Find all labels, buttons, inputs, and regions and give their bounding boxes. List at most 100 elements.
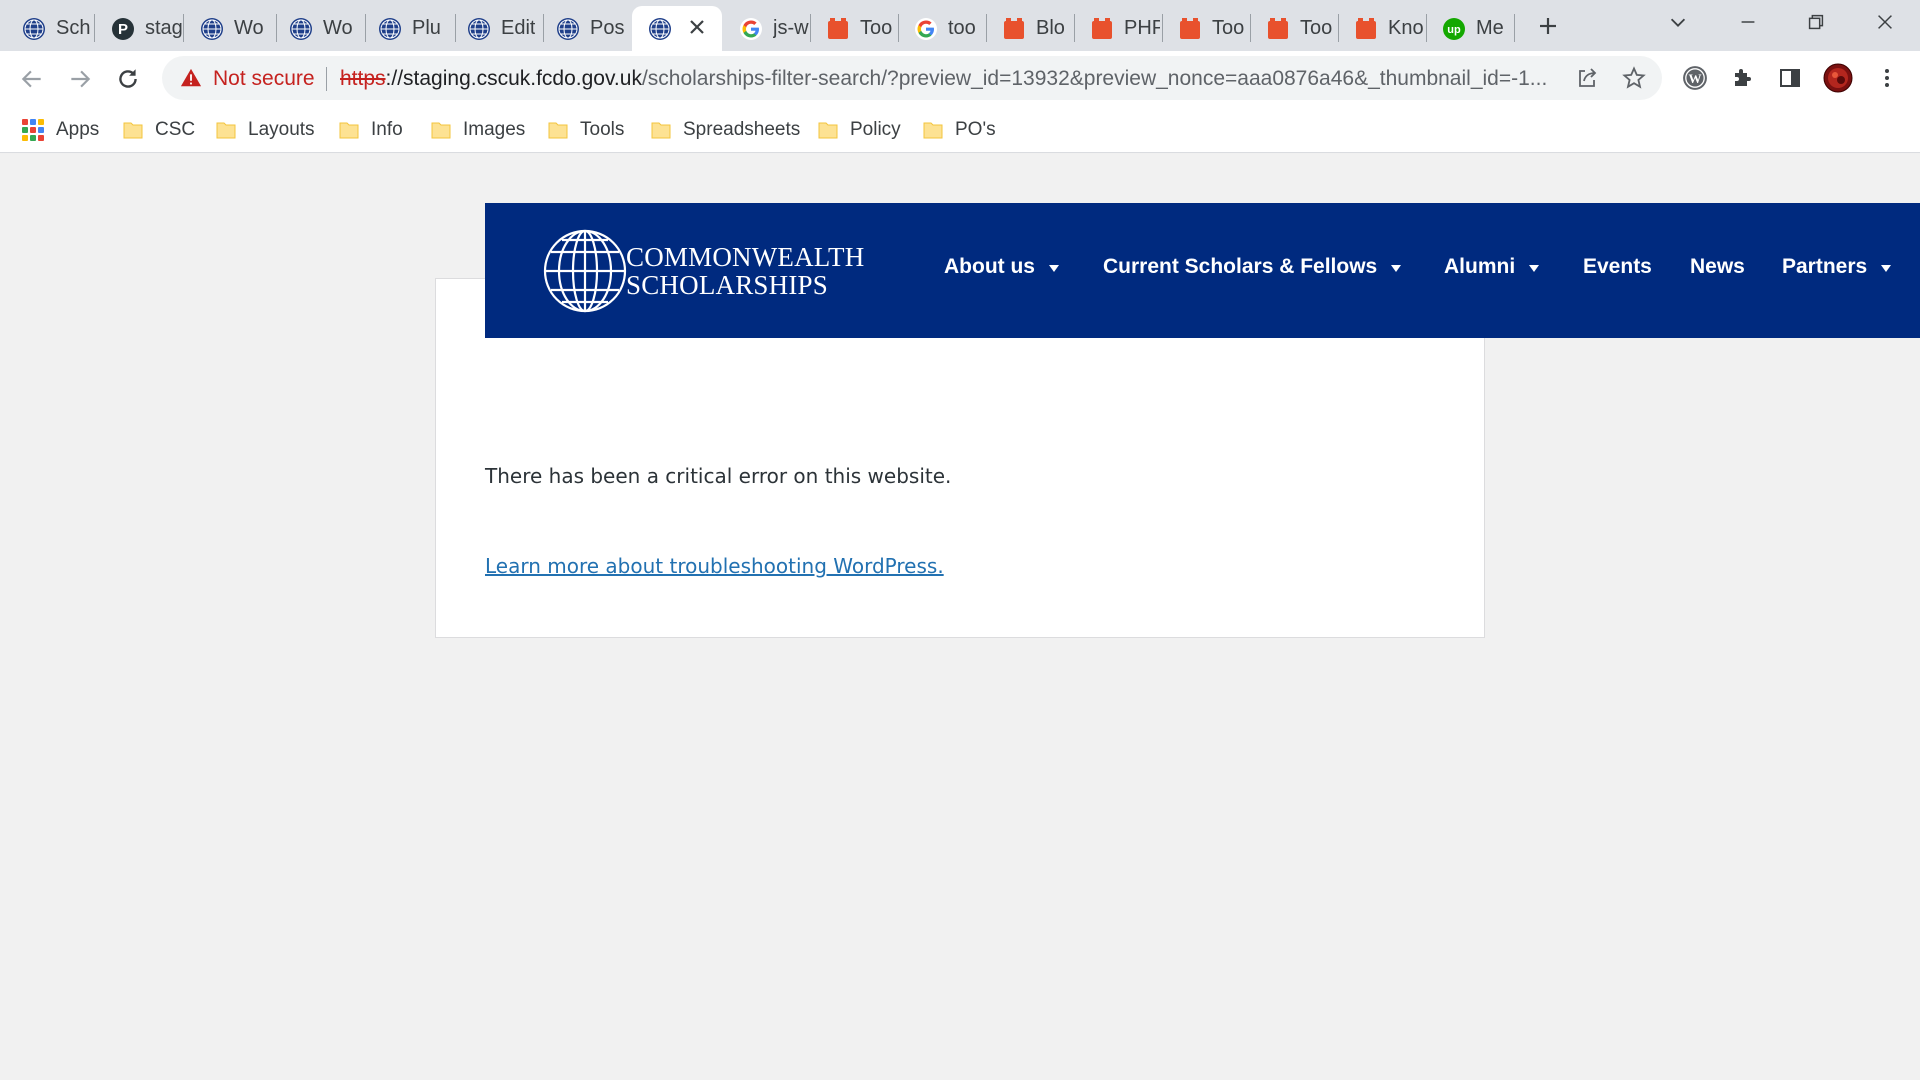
globe-icon (200, 17, 224, 41)
tab-search-button[interactable] (1650, 0, 1706, 44)
bookmark-folder[interactable]: PO's (923, 115, 996, 145)
address-bar[interactable]: Not secure https://staging.cscuk.fcdo.go… (162, 56, 1662, 100)
url-text[interactable]: https://staging.cscuk.fcdo.gov.uk/schola… (340, 67, 1547, 91)
tab-title: Too (1212, 17, 1245, 39)
logo-line-1: COMMONWEALTH (626, 242, 865, 272)
side-panel-button[interactable] (1775, 63, 1805, 93)
bookmarks-bar: Apps CSC Layouts Info Images Tools Sprea… (0, 106, 1920, 153)
avatar-icon (1823, 63, 1853, 93)
bookmark-label: CSC (155, 119, 196, 140)
browser-tab[interactable]: up Me (1426, 6, 1512, 51)
bookmark-folder[interactable]: Tools (548, 115, 624, 145)
warning-triangle-icon[interactable] (180, 67, 202, 89)
bookmark-apps[interactable]: Apps (22, 115, 99, 145)
bookmark-label: Policy (850, 119, 901, 140)
browser-tab[interactable]: js-w (723, 6, 809, 51)
browser-tab[interactable]: Wo (273, 6, 361, 51)
bookmark-label: Apps (56, 119, 100, 140)
bookmark-folder[interactable]: Spreadsheets (651, 115, 800, 145)
tab-title: PHP (1124, 17, 1160, 39)
star-icon[interactable] (1622, 66, 1646, 90)
folder-icon (923, 122, 943, 139)
url-path: /scholarships-filter-search/?preview_id=… (641, 67, 1548, 90)
new-tab-button[interactable] (1522, 4, 1574, 48)
browser-tab-active[interactable] (632, 6, 722, 51)
browser-menu-button[interactable] (1872, 63, 1902, 93)
restore-button[interactable] (1788, 0, 1844, 44)
apps-grid-icon (22, 119, 44, 141)
orange-block-icon (1266, 17, 1290, 41)
browser-tab[interactable]: Too (1250, 6, 1336, 51)
error-message: There has been a critical error on this … (485, 464, 952, 488)
arrow-right-icon (71, 70, 91, 88)
site-logo[interactable]: COMMONWEALTH SCHOLARSHIPS (542, 228, 864, 314)
nav-current-scholars[interactable]: Current Scholars & Fellows (1103, 255, 1402, 279)
folder-icon (818, 122, 838, 139)
browser-toolbar: Not secure https://staging.cscuk.fcdo.go… (0, 51, 1920, 106)
extensions-button[interactable] (1728, 63, 1758, 93)
nav-news[interactable]: News (1690, 255, 1745, 279)
bookmark-folder[interactable]: Layouts (216, 115, 315, 145)
bookmark-folder[interactable]: Images (431, 115, 525, 145)
svg-text:up: up (1447, 24, 1461, 36)
browser-tab[interactable]: P stag (95, 6, 183, 51)
browser-tab[interactable]: Too (1162, 6, 1248, 51)
browser-tab[interactable]: Sch (6, 6, 94, 51)
page-viewport: COMMONWEALTH SCHOLARSHIPS About us Curre… (0, 154, 1920, 1080)
dropdown-caret-icon (1881, 264, 1892, 272)
close-window-button[interactable] (1857, 0, 1913, 44)
bookmark-folder[interactable]: Info (339, 115, 403, 145)
minimize-button[interactable] (1720, 0, 1776, 44)
wordpress-extension-button[interactable]: W (1680, 63, 1710, 93)
logo-line-2: SCHOLARSHIPS (626, 270, 828, 300)
forward-button[interactable] (62, 61, 98, 97)
tab-title: Sch (56, 17, 91, 39)
nav-partners[interactable]: Partners (1782, 255, 1892, 279)
browser-tab[interactable]: Kno (1338, 6, 1424, 51)
folder-icon (431, 122, 451, 139)
tab-title: Too (1300, 17, 1333, 39)
browser-tab[interactable]: Blo (986, 6, 1072, 51)
p-circle-icon: P (111, 17, 135, 41)
bookmark-folder[interactable]: CSC (123, 115, 195, 145)
site-header: COMMONWEALTH SCHOLARSHIPS About us Curre… (485, 203, 1920, 338)
kebab-menu-icon (1885, 69, 1889, 87)
tab-title: Blo (1036, 17, 1065, 39)
tab-title: Plu (412, 17, 441, 39)
browser-tab[interactable]: Pos (540, 6, 628, 51)
troubleshooting-link[interactable]: Learn more about troubleshooting WordPre… (485, 554, 944, 578)
tab-title: Kno (1388, 17, 1424, 39)
nav-label: News (1690, 255, 1745, 278)
profile-avatar[interactable] (1823, 63, 1853, 93)
browser-tab[interactable]: too (898, 6, 984, 51)
browser-tab[interactable]: Plu (362, 6, 450, 51)
tab-separator (1514, 14, 1515, 42)
bookmark-label: Spreadsheets (683, 119, 801, 140)
bookmark-label: PO's (955, 119, 996, 140)
folder-icon (123, 122, 143, 139)
google-g-icon (914, 17, 938, 41)
back-button[interactable] (14, 61, 50, 97)
tab-title: Me (1476, 17, 1504, 39)
close-tab-icon[interactable] (686, 16, 708, 38)
share-icon[interactable] (1575, 66, 1599, 90)
nav-about-us[interactable]: About us (944, 255, 1059, 279)
omnibox-divider (326, 67, 327, 91)
svg-text:P: P (118, 21, 128, 38)
browser-tab[interactable]: Too (810, 6, 896, 51)
logo-wordmark: COMMONWEALTH SCHOLARSHIPS (626, 243, 864, 299)
google-g-icon (739, 17, 763, 41)
browser-tab[interactable]: Wo (184, 6, 272, 51)
tab-title: too (948, 17, 976, 39)
browser-tab[interactable]: Edit (451, 6, 539, 51)
bookmark-folder[interactable]: Policy (818, 115, 901, 145)
tab-title: Wo (323, 17, 353, 39)
restore-icon (1808, 14, 1824, 30)
security-status-label[interactable]: Not secure (213, 67, 315, 91)
nav-label: Current Scholars & Fellows (1103, 255, 1378, 278)
nav-alumni[interactable]: Alumni (1444, 255, 1540, 279)
nav-events[interactable]: Events (1583, 255, 1652, 279)
browser-tab[interactable]: PHP (1074, 6, 1160, 51)
upwork-icon: up (1442, 17, 1466, 41)
reload-button[interactable] (110, 61, 146, 97)
